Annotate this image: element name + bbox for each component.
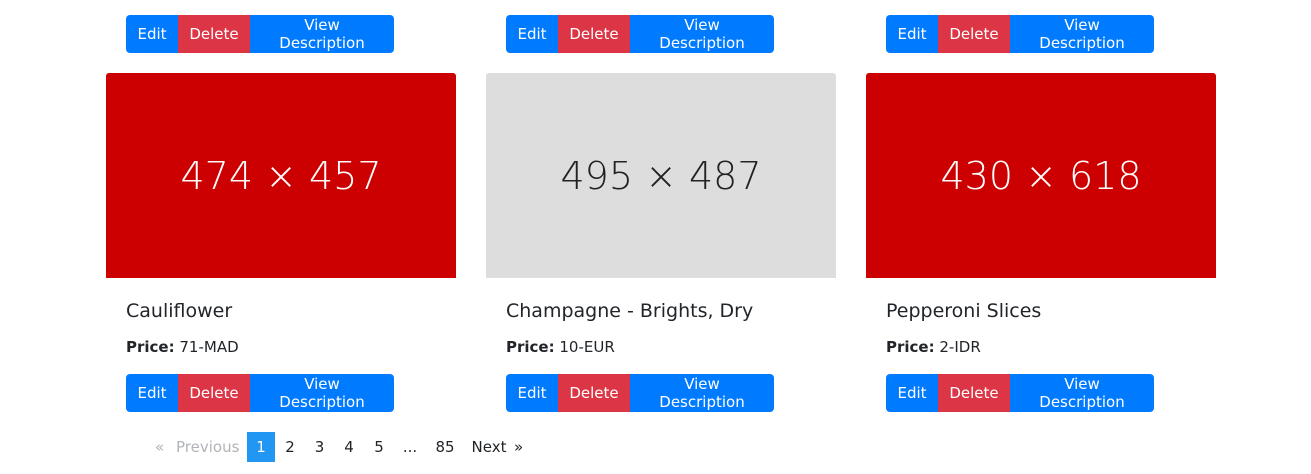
view-description-button[interactable]: View Description bbox=[1010, 374, 1154, 412]
view-description-button[interactable]: View Description bbox=[630, 374, 774, 412]
product-title: Champagne - Brights, Dry bbox=[506, 300, 754, 322]
delete-button[interactable]: Delete bbox=[938, 15, 1010, 53]
edit-button[interactable]: Edit bbox=[886, 374, 938, 412]
page-link-85[interactable]: 85 bbox=[426, 432, 464, 462]
edit-button[interactable]: Edit bbox=[126, 15, 178, 53]
view-description-button[interactable]: View Description bbox=[250, 374, 394, 412]
next-link[interactable]: Next bbox=[464, 432, 514, 462]
edit-button[interactable]: Edit bbox=[886, 15, 938, 53]
next-arrow-icon[interactable]: » bbox=[514, 432, 530, 462]
product-card: 474 × 457 Cauliflower Price: 71-MAD bbox=[106, 73, 456, 356]
pagination: « Previous 1 2 3 4 5 ... 85 Next » bbox=[147, 432, 530, 462]
price-label: Price: bbox=[126, 338, 175, 356]
page-link-3[interactable]: 3 bbox=[305, 432, 334, 462]
page-link-4[interactable]: 4 bbox=[334, 432, 364, 462]
product-image-placeholder: 474 × 457 bbox=[106, 73, 456, 278]
product-card: 495 × 487 Champagne - Brights, Dry Price… bbox=[486, 73, 836, 356]
prev-arrow-icon: « bbox=[155, 438, 165, 456]
product-title: Pepperoni Slices bbox=[886, 300, 1042, 322]
product-image-placeholder: 495 × 487 bbox=[486, 73, 836, 278]
product-price: Price: 71-MAD bbox=[126, 338, 239, 356]
delete-button[interactable]: Delete bbox=[178, 374, 250, 412]
price-value: 71-MAD bbox=[179, 338, 239, 356]
delete-button[interactable]: Delete bbox=[178, 15, 250, 53]
product-price: Price: 2-IDR bbox=[886, 338, 981, 356]
price-label: Price: bbox=[506, 338, 555, 356]
delete-button[interactable]: Delete bbox=[938, 374, 1010, 412]
image-dimension-text: 474 × 457 bbox=[180, 153, 382, 198]
product-image-placeholder: 430 × 618 bbox=[866, 73, 1216, 278]
price-value: 10-EUR bbox=[559, 338, 615, 356]
edit-button[interactable]: Edit bbox=[126, 374, 178, 412]
product-card: 430 × 618 Pepperoni Slices Price: 2-IDR bbox=[866, 73, 1216, 356]
product-title: Cauliflower bbox=[126, 300, 233, 322]
top-button-group-1: Edit Delete View Description bbox=[126, 15, 394, 53]
view-description-button[interactable]: View Description bbox=[1010, 15, 1154, 53]
top-button-group-2: Edit Delete View Description bbox=[506, 15, 774, 53]
card-button-group-2: Edit Delete View Description bbox=[506, 374, 774, 412]
view-description-button[interactable]: View Description bbox=[630, 15, 774, 53]
previous-link[interactable]: Previous bbox=[167, 432, 247, 462]
view-description-button[interactable]: View Description bbox=[250, 15, 394, 53]
top-button-group-3: Edit Delete View Description bbox=[886, 15, 1154, 53]
price-label: Price: bbox=[886, 338, 935, 356]
page-link-2[interactable]: 2 bbox=[275, 432, 305, 462]
delete-button[interactable]: Delete bbox=[558, 15, 630, 53]
image-dimension-text: 495 × 487 bbox=[560, 153, 762, 198]
delete-button[interactable]: Delete bbox=[558, 374, 630, 412]
price-value: 2-IDR bbox=[939, 338, 981, 356]
product-price: Price: 10-EUR bbox=[506, 338, 615, 356]
page-link-1[interactable]: 1 bbox=[247, 432, 275, 462]
card-button-group-1: Edit Delete View Description bbox=[126, 374, 394, 412]
pagination-ellipsis: ... bbox=[402, 438, 418, 456]
edit-button[interactable]: Edit bbox=[506, 374, 558, 412]
page-link-5[interactable]: 5 bbox=[364, 432, 394, 462]
image-dimension-text: 430 × 618 bbox=[940, 153, 1142, 198]
edit-button[interactable]: Edit bbox=[506, 15, 558, 53]
card-button-group-3: Edit Delete View Description bbox=[886, 374, 1154, 412]
